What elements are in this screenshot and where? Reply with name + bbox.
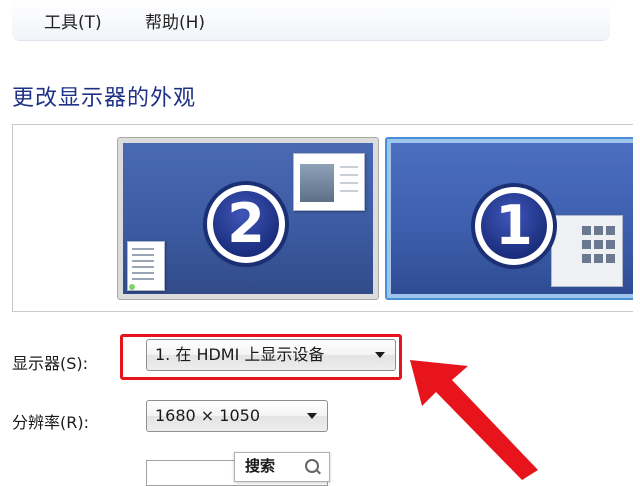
red-arrow-icon [410, 360, 538, 480]
red-arrow-annotation [410, 360, 538, 480]
